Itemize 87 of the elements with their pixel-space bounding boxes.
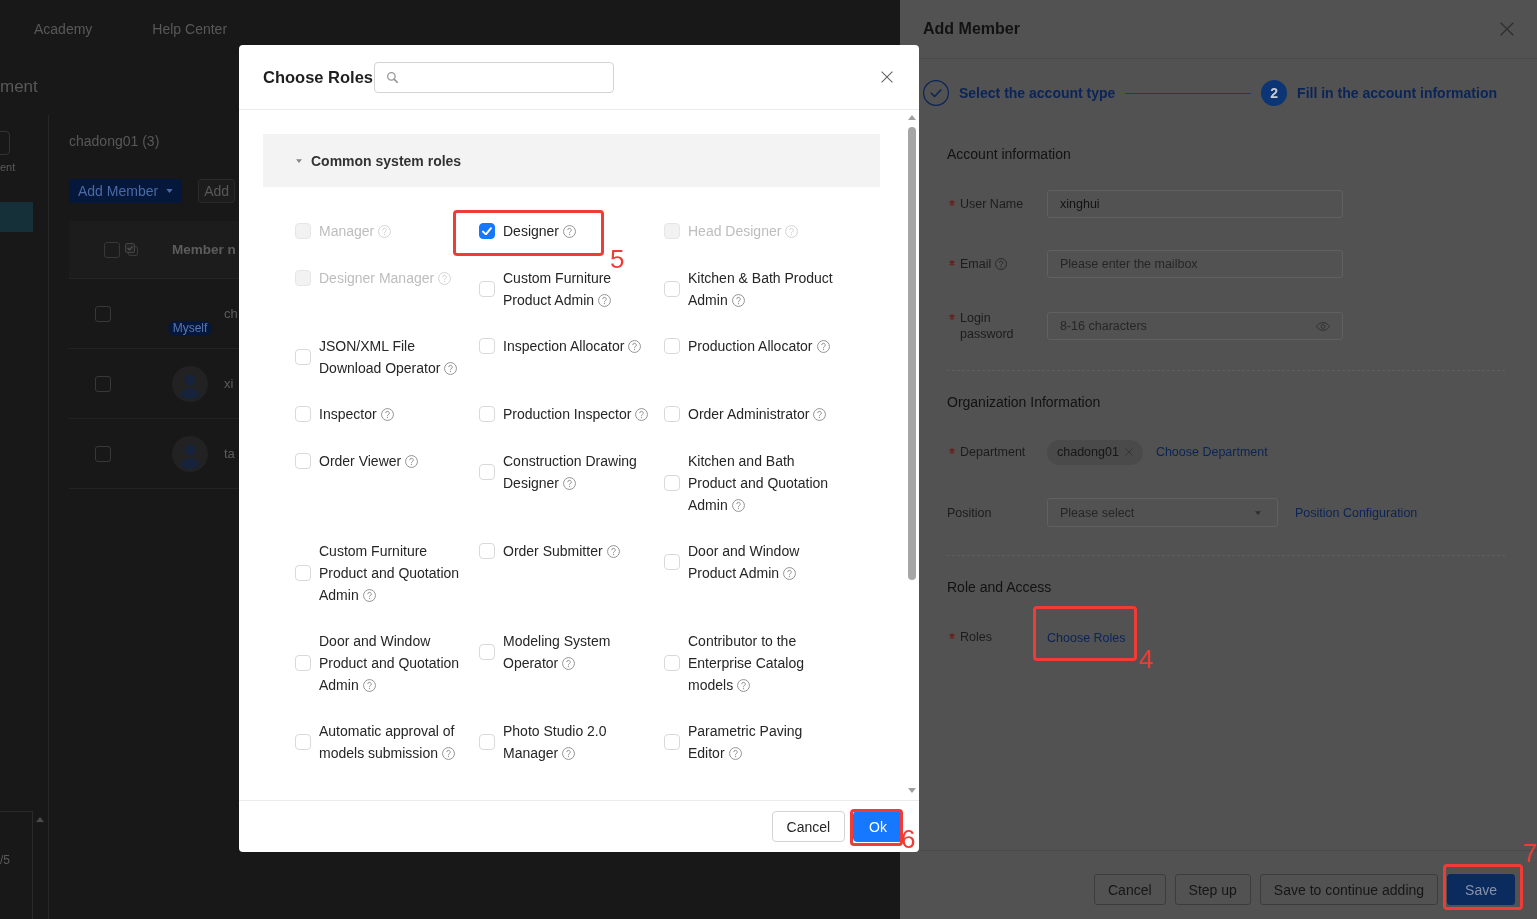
scrollbar-thumb[interactable] [908, 127, 916, 580]
role-option[interactable]: Modeling System Operator [479, 630, 653, 674]
dialog-title: Choose Roles [263, 67, 374, 87]
member-badge: Myself [167, 320, 213, 336]
member-name: xi [224, 376, 234, 391]
role-option[interactable]: Parametric Paving Editor [664, 720, 838, 764]
help-icon [380, 408, 394, 421]
role-option[interactable]: Order Administrator [664, 403, 838, 425]
role-option[interactable]: Inspection Allocator [479, 335, 653, 357]
step-badge: 2 [1261, 80, 1288, 106]
checked-boxes-icon[interactable] [125, 243, 138, 256]
department-title: chadong01 (3) [69, 132, 161, 151]
section-title: Organization Information [947, 393, 1102, 412]
role-option[interactable]: Order Viewer [295, 450, 469, 472]
step-number: 7 [1523, 840, 1537, 866]
help-icon [731, 294, 745, 307]
help-icon [444, 362, 458, 375]
help-icon [731, 499, 745, 512]
help-icon [562, 657, 576, 670]
caret-up-icon[interactable] [36, 817, 44, 822]
help-icon [378, 225, 392, 238]
caret-icon [1255, 510, 1261, 515]
checkbox[interactable] [479, 223, 495, 239]
caret-up-icon[interactable] [908, 115, 916, 120]
step-title: Fill in the account information [1297, 85, 1497, 101]
member-name: ta [224, 446, 235, 461]
caret-icon [166, 189, 174, 193]
role-option[interactable]: Order Submitter [479, 540, 653, 562]
eye-icon[interactable] [1316, 321, 1330, 331]
checkbox[interactable] [95, 305, 111, 322]
section-title: Account information [947, 145, 1072, 164]
checkbox[interactable] [95, 375, 111, 392]
section-title: Role and Access [947, 578, 1053, 597]
page-title: ment [0, 76, 38, 97]
help-icon [728, 747, 742, 760]
help-icon [785, 225, 799, 238]
help-icon [598, 294, 612, 307]
help-icon [783, 567, 797, 580]
help-icon [606, 545, 620, 558]
help-icon [563, 477, 577, 490]
member-name: ch [224, 306, 238, 321]
role-option[interactable]: Construction Drawing Designer [479, 450, 653, 494]
search-icon [387, 71, 399, 83]
role-option[interactable]: Kitchen & Bath Product Admin [664, 267, 838, 311]
help-icon [442, 747, 456, 760]
role-option[interactable]: Production Allocator [664, 335, 838, 357]
cancel-button[interactable]: Cancel [771, 811, 846, 842]
search-field[interactable] [374, 61, 615, 93]
step-number: 4 [1139, 646, 1154, 672]
checkbox[interactable] [95, 445, 111, 462]
drawer-title: Add Member [923, 20, 1020, 38]
help-icon [635, 408, 649, 421]
role-option[interactable]: Door and Window Product and Quotation Admin [295, 630, 469, 696]
role-option[interactable]: JSON/XML File Download Operator [295, 335, 469, 379]
check-icon [482, 226, 492, 236]
page-count: /5 [0, 853, 10, 867]
step-title: Select the account type [959, 85, 1116, 101]
column-header: Member n [172, 242, 236, 257]
close-icon[interactable] [881, 71, 893, 83]
help-icon [813, 408, 827, 421]
checkbox[interactable] [104, 241, 120, 258]
group-header[interactable]: Common system roles [263, 134, 880, 187]
help-icon [438, 272, 452, 285]
role-option[interactable]: Production Inspector [479, 403, 653, 425]
role-option[interactable]: Contributor to the Enterprise Catalog models [664, 630, 838, 696]
caret-down-icon[interactable] [908, 788, 916, 793]
sidebar-caption: ent [0, 160, 16, 174]
role-option[interactable]: Kitchen and Bath Product and Quotation Admin [664, 450, 838, 516]
help-icon [563, 225, 577, 238]
help-icon [737, 679, 751, 692]
help-icon [816, 340, 830, 353]
help-icon [628, 340, 642, 353]
role-option[interactable]: Automatic approval of models submission [295, 720, 469, 764]
role-option[interactable]: Door and Window Product Admin [664, 540, 838, 584]
role-option[interactable]: Designer [479, 220, 653, 242]
sidebar-item[interactable] [0, 202, 33, 232]
help-icon [362, 589, 376, 602]
ok-button[interactable]: Ok [853, 811, 903, 842]
role-option[interactable]: Photo Studio 2.0 Manager [479, 720, 653, 764]
step-number: 6 [901, 826, 916, 852]
help-icon [562, 747, 576, 760]
help-icon [362, 679, 376, 692]
save-button[interactable]: Save [1447, 874, 1515, 905]
role-option[interactable]: Custom Furniture Product and Quotation Admin [295, 540, 469, 606]
help-icon [405, 455, 419, 468]
role-option[interactable]: Inspector [295, 403, 469, 425]
highlight-frame [850, 809, 904, 846]
